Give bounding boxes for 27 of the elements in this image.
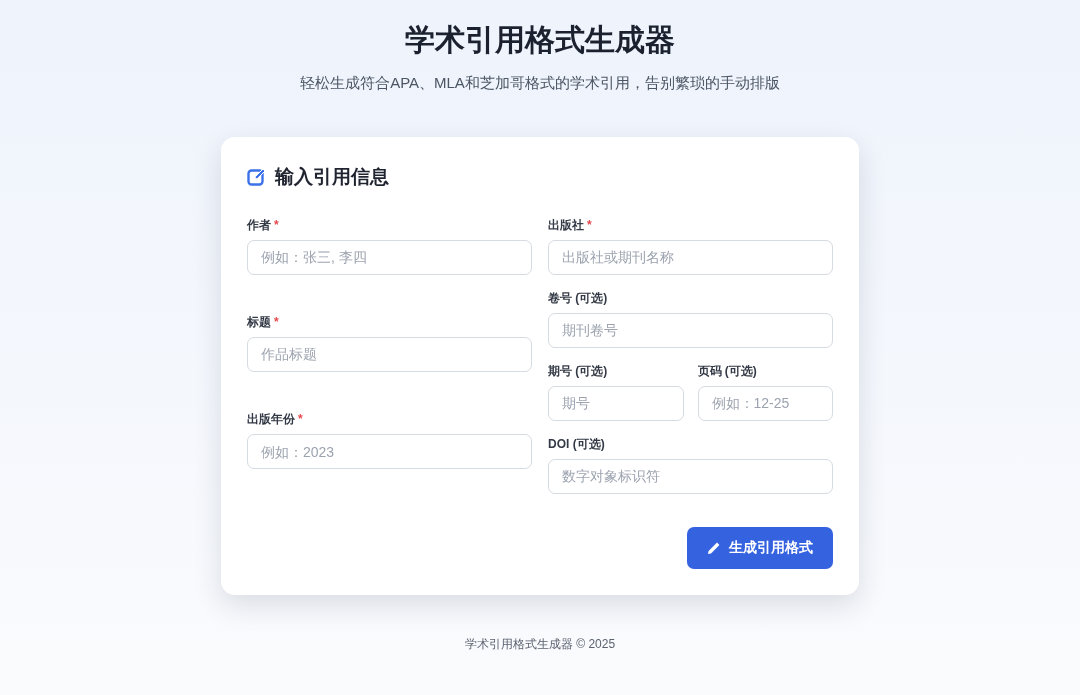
required-mark: * <box>587 216 592 234</box>
input-field[interactable]: 出版社或期刊名称 <box>548 239 833 275</box>
page-title: 学术引用格式生成器 <box>405 22 675 58</box>
field-label: DOI (可选) <box>548 435 605 453</box>
field-label: 卷号 (可选) <box>548 289 608 307</box>
required-mark: * <box>274 313 279 331</box>
field-label: 标题 <box>247 313 271 331</box>
edit-icon <box>247 167 267 188</box>
field-label: 页码 (可选) <box>697 362 757 380</box>
required-mark: * <box>274 216 279 234</box>
footer-text: 学术引用格式生成器 © 2025 <box>464 635 616 653</box>
input-field[interactable]: 例如：2023 <box>247 434 532 470</box>
page-subtitle: 轻松生成符合APA、MLA和芝加哥格式的学术引用，告别繁琐的手动排版 <box>300 73 780 93</box>
input-field[interactable]: 例如：12-25 <box>697 385 833 421</box>
input-field[interactable]: 期刊卷号 <box>548 312 833 348</box>
field-label: 出版年份 <box>247 411 295 429</box>
input-field[interactable]: 期号 <box>548 385 684 421</box>
input-field[interactable]: 数字对象标识符 <box>548 458 833 494</box>
form-title: 输入引用信息 <box>275 165 389 189</box>
input-field[interactable]: 例如：张三, 李四 <box>247 239 532 275</box>
pencil-icon <box>707 540 721 555</box>
field-label: 期号 (可选) <box>548 362 608 380</box>
field-label: 出版社 <box>548 216 584 234</box>
generate-button[interactable]: 生成引用格式 <box>687 526 833 569</box>
field-label: 作者 <box>247 216 271 234</box>
required-mark: * <box>298 411 303 429</box>
input-field[interactable]: 作品标题 <box>247 336 532 372</box>
